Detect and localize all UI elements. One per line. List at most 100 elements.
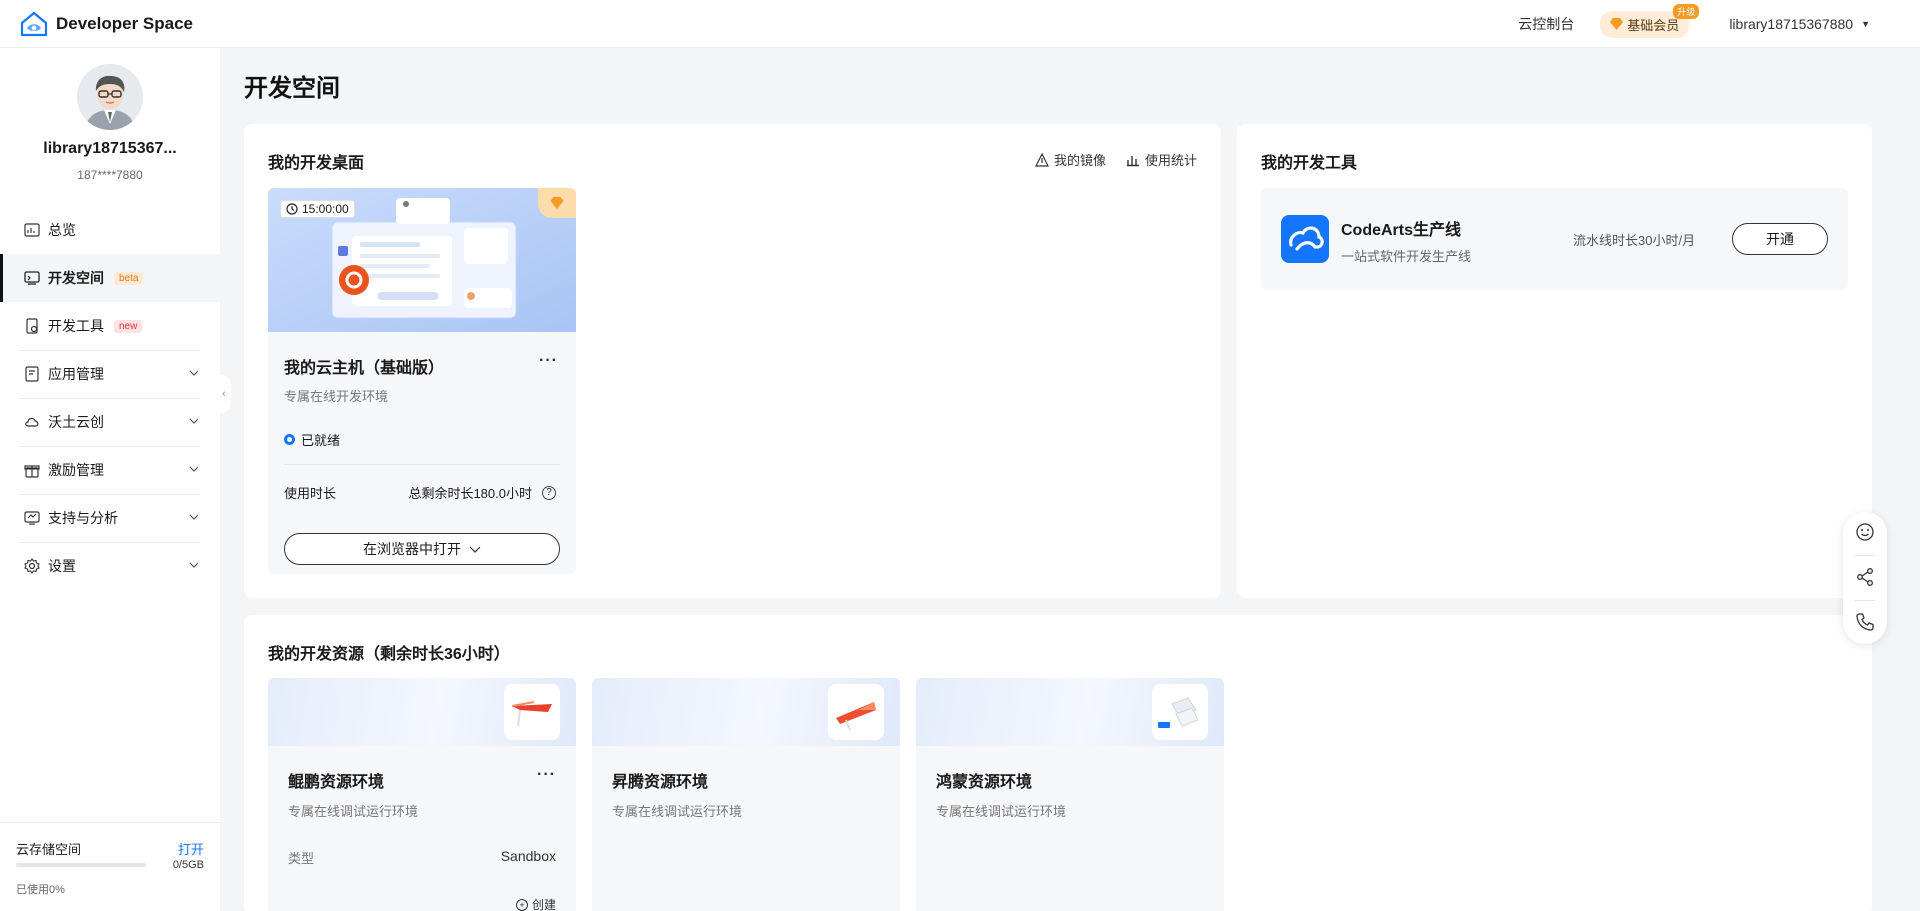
console-link[interactable]: 云控制台 [1518, 14, 1574, 34]
sidebar-item-cloud[interactable]: 沃土云创 [0, 398, 220, 446]
codearts-tool-item: CodeArts生产线 一站式软件开发生产线 流水线时长30小时/月 开通 [1261, 188, 1848, 290]
sidebar-item-dev-space[interactable]: 开发空间 beta [0, 254, 220, 302]
sidebar-item-app-manage[interactable]: 应用管理 [0, 350, 220, 398]
chevron-down-icon [189, 514, 199, 520]
session-timer: 15:00:00 [280, 200, 355, 218]
card-title: 我的开发工具 [1261, 155, 1358, 172]
storage-title: 云存储空间 [16, 842, 82, 857]
cloud-host-card: 15:00:00 我的云主机（基础版） ··· 专属在线开发环境 已就绪 使用时… [268, 188, 576, 574]
timer-value: 15:00:00 [302, 202, 349, 216]
resource-card-harmony[interactable]: 鸿蒙资源环境 专属在线调试运行环境 [916, 678, 1224, 911]
dev-resources-card: 我的开发资源（剩余时长36小时） 鲲鹏资源环境 ··· 专属在线调试运行环境 类… [244, 615, 1872, 911]
ascend-icon [828, 684, 884, 740]
card-title: 我的开发资源（剩余时长36小时） [268, 646, 510, 663]
storage-progress-bar [16, 863, 146, 867]
divider [284, 464, 560, 465]
sidebar-item-support[interactable]: 支持与分析 [0, 494, 220, 542]
sidebar: library18715367... 187****7880 总览 开发空间 b… [0, 48, 220, 911]
kunpeng-icon [504, 684, 560, 740]
resource-card-ascend[interactable]: 昇腾资源环境 专属在线调试运行环境 [592, 678, 900, 911]
chevron-down-icon [189, 466, 199, 472]
sidebar-nav: 总览 开发空间 beta 开发工具 new 应用管理 沃土云创 激励管理 支持与… [0, 206, 220, 590]
resource-card-kunpeng[interactable]: 鲲鹏资源环境 ··· 专属在线调试运行环境 类型 Sandbox + 创建 [268, 678, 576, 911]
sidebar-item-label: 开发工具 [48, 318, 104, 334]
sidebar-item-label: 沃土云创 [48, 414, 104, 430]
type-value: Sandbox [500, 848, 556, 864]
upgrade-badge[interactable]: 升级 [1673, 3, 1700, 19]
sidebar-item-settings[interactable]: 设置 [0, 542, 220, 590]
sidebar-item-incentive[interactable]: 激励管理 [0, 446, 220, 494]
usage-stats-label: 使用统计 [1144, 153, 1197, 168]
more-menu-icon[interactable]: ··· [539, 352, 558, 370]
resource-description: 专属在线调试运行环境 [612, 804, 743, 819]
usage-stats-link[interactable]: 使用统计 [1126, 150, 1197, 169]
sidebar-item-label: 支持与分析 [48, 510, 118, 526]
sidebar-item-label: 激励管理 [48, 462, 104, 478]
caret-down-icon: ▼ [1861, 19, 1870, 29]
support-icon [24, 511, 40, 525]
tool-name: CodeArts生产线 [1341, 222, 1462, 239]
smile-icon[interactable] [1855, 522, 1875, 542]
display-name: library18715367... [43, 140, 177, 157]
chevron-down-icon [189, 562, 199, 568]
card-title: 我的开发桌面 [268, 155, 365, 172]
bar-chart-icon [1126, 155, 1139, 166]
sidebar-item-label: 设置 [48, 558, 76, 574]
avatar-person-icon [77, 64, 143, 130]
resource-name: 昇腾资源环境 [612, 774, 709, 791]
gear-icon [24, 558, 40, 574]
diamond-icon [550, 197, 564, 209]
usage-value: 总剩余时长180.0小时 ? [408, 483, 556, 502]
tool-description: 一站式软件开发生产线 [1341, 249, 1472, 264]
dev-desktop-card: 我的开发桌面 我的镜像 使用统计 15:00:00 我的云主机（基础版） ···… [244, 124, 1221, 598]
floating-toolbar [1843, 512, 1887, 644]
activate-button[interactable]: 开通 [1732, 223, 1828, 255]
share-icon[interactable] [1855, 567, 1875, 587]
storage-open-link[interactable]: 打开 [178, 839, 204, 858]
create-label: 创建 [531, 898, 556, 911]
vip-membership-pill[interactable]: 基础会员 升级 [1600, 3, 1700, 38]
resource-description: 专属在线调试运行环境 [288, 804, 419, 819]
create-link[interactable]: + 创建 [515, 896, 556, 911]
masked-phone: 187****7880 [77, 168, 143, 182]
type-label: 类型 [288, 851, 315, 866]
sidebar-collapse-handle[interactable]: ‹ [217, 375, 231, 413]
more-menu-icon[interactable]: ··· [537, 766, 556, 784]
chevron-down-icon [189, 418, 199, 424]
usage-value-text: 总剩余时长180.0小时 [408, 486, 532, 501]
help-icon[interactable]: ? [542, 485, 556, 500]
scrollbar-track[interactable] [1910, 48, 1920, 911]
resource-description: 专属在线调试运行环境 [936, 804, 1067, 819]
dev-tools-card: 我的开发工具 CodeArts生产线 一站式软件开发生产线 流水线时长30小时/… [1237, 124, 1872, 598]
sidebar-item-dev-tools[interactable]: 开发工具 new [0, 302, 220, 350]
open-in-browser-button[interactable]: 在浏览器中打开 [284, 533, 560, 565]
my-images-link[interactable]: 我的镜像 [1034, 150, 1106, 169]
chevron-down-icon [189, 370, 199, 376]
gift-icon [24, 465, 40, 478]
vip-label: 基础会员 [1627, 17, 1680, 33]
tool-quota: 流水线时长30小时/月 [1573, 233, 1696, 248]
page-title: 开发空间 [244, 75, 340, 102]
avatar[interactable] [77, 64, 143, 130]
sidebar-item-label: 开发空间 [48, 270, 104, 286]
codearts-logo-icon [1281, 215, 1329, 263]
resource-name: 鲲鹏资源环境 [288, 774, 385, 791]
clock-icon [286, 203, 298, 215]
usage-label: 使用时长 [284, 486, 337, 501]
plus-circle-icon: + [515, 898, 528, 911]
divider [1855, 600, 1875, 601]
brand-name: Developer Space [56, 13, 194, 33]
user-menu[interactable]: library18715367880 ▼ [1729, 16, 1870, 32]
image-icon [1034, 152, 1049, 167]
dev-space-icon [24, 271, 40, 285]
sidebar-item-label: 总览 [48, 222, 76, 238]
sidebar-item-label: 应用管理 [48, 366, 104, 382]
chevron-down-icon [469, 546, 481, 553]
beta-tag: beta [114, 271, 144, 285]
sidebar-item-overview[interactable]: 总览 [0, 206, 220, 254]
phone-icon[interactable] [1855, 612, 1875, 632]
storage-used: 已使用0% [16, 884, 65, 896]
brand[interactable]: Developer Space [20, 11, 193, 37]
overview-icon [24, 223, 40, 237]
my-images-label: 我的镜像 [1053, 153, 1106, 168]
